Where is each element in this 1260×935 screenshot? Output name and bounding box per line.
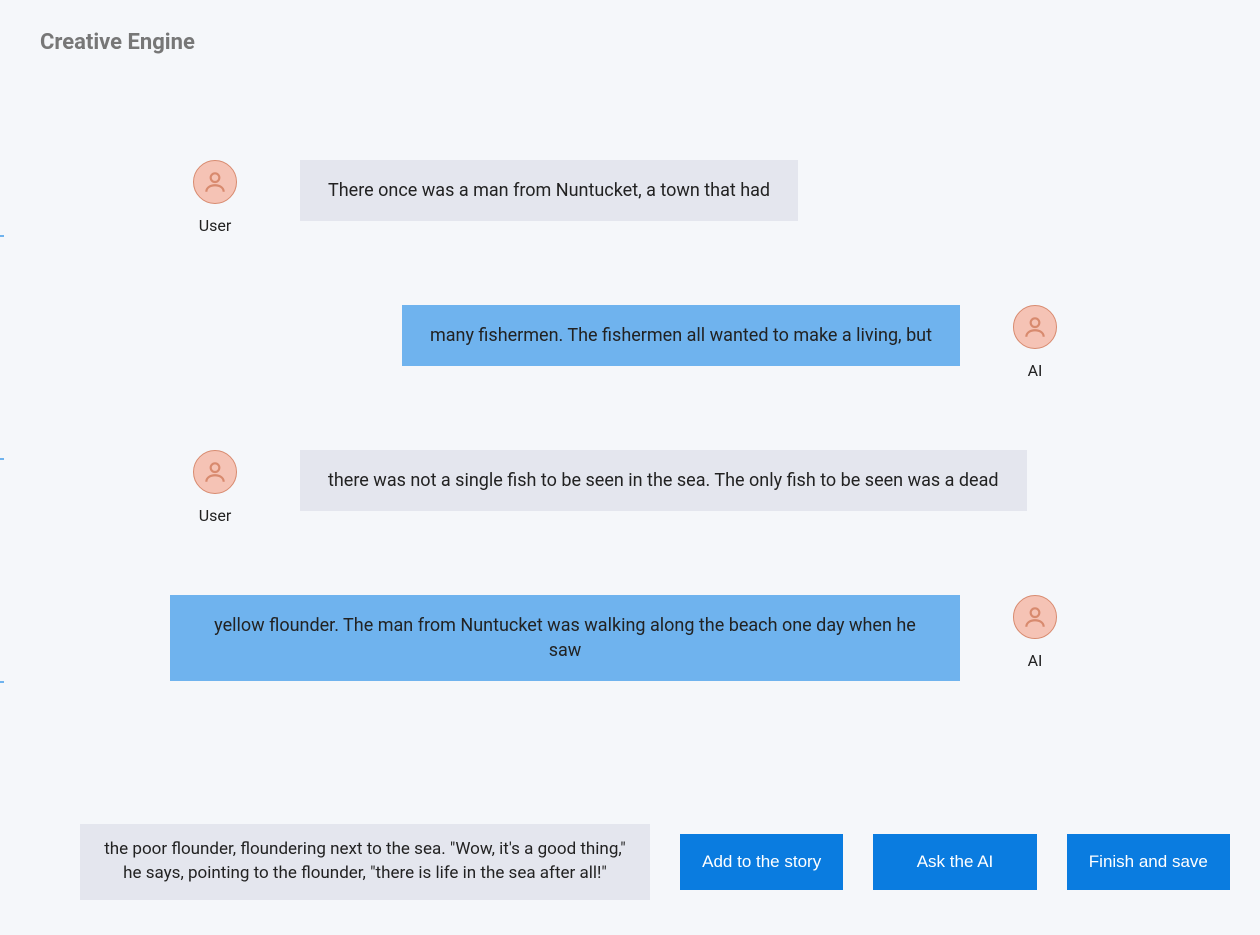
story-input[interactable]: the poor flounder, floundering next to t… [80, 824, 650, 900]
avatar-label-ai: AI [1028, 361, 1043, 380]
message-bubble: There once was a man from Nuntucket, a t… [300, 160, 798, 221]
message-bubble: many fishermen. The fishermen all wanted… [402, 305, 960, 366]
ai-avatar-icon [1013, 595, 1057, 639]
avatar-block-ai: AI [990, 595, 1080, 670]
avatar-label-user: User [199, 506, 232, 525]
avatar-block-user: User [170, 450, 260, 525]
message-ai: many fishermen. The fishermen all wanted… [170, 305, 1080, 380]
ask-ai-button[interactable]: Ask the AI [873, 834, 1036, 890]
message-user: User There once was a man from Nuntucket… [170, 160, 1080, 235]
add-to-story-button[interactable]: Add to the story [680, 834, 843, 890]
message-user: User there was not a single fish to be s… [170, 450, 1080, 525]
ai-avatar-icon [1013, 305, 1057, 349]
message-bubble: there was not a single fish to be seen i… [300, 450, 1027, 511]
app-title: Creative Engine [40, 30, 195, 55]
user-avatar-icon [193, 160, 237, 204]
avatar-block-ai: AI [990, 305, 1080, 380]
finish-save-button[interactable]: Finish and save [1067, 834, 1230, 890]
footer-bar: the poor flounder, floundering next to t… [80, 824, 1230, 900]
message-bubble: yellow flounder. The man from Nuntucket … [170, 595, 960, 681]
avatar-label-user: User [199, 216, 232, 235]
avatar-label-ai: AI [1028, 651, 1043, 670]
message-ai: yellow flounder. The man from Nuntucket … [170, 595, 1080, 681]
avatar-block-user: User [170, 160, 260, 235]
user-avatar-icon [193, 450, 237, 494]
conversation-area: User There once was a man from Nuntucket… [0, 160, 1260, 751]
